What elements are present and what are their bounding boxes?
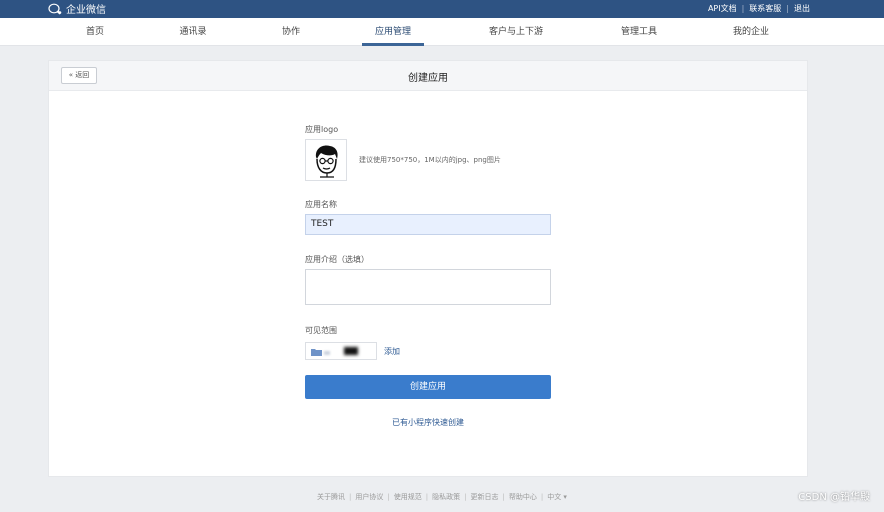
language-select[interactable]: 中文 ▾ xyxy=(547,493,567,501)
nav-active-indicator xyxy=(362,43,424,46)
separator: | xyxy=(464,493,467,501)
nav-my-enterprise[interactable]: 我的企业 xyxy=(733,18,769,46)
add-visibility-link[interactable]: 添加 xyxy=(384,346,400,357)
footer-link-changelog[interactable]: 更新日志 xyxy=(470,493,498,501)
separator: | xyxy=(425,493,429,501)
separator: | xyxy=(540,493,544,501)
page-title: 创建应用 xyxy=(408,73,448,84)
nav-app-management[interactable]: 应用管理 xyxy=(375,18,411,46)
footer-links: 关于腾讯 | 用户协议 | 使用规范 | 隐私政策 | 更新日志 | 帮助中心 | 中文 ▾ xyxy=(0,492,884,502)
nav-collaboration[interactable]: 协作 xyxy=(282,18,300,46)
nav-customers-partners[interactable]: 客户与上下游 xyxy=(489,18,543,46)
folder-icon xyxy=(311,349,322,356)
avatar-face-icon xyxy=(315,145,338,178)
separator: | xyxy=(349,493,352,501)
create-app-card: « 返回 创建应用 应用logo 建议使用750*750，1M以内的jpg、pn… xyxy=(48,60,808,477)
nav-contacts[interactable]: 通讯录 xyxy=(179,18,206,46)
card-header: « 返回 创建应用 xyxy=(49,61,807,91)
logo-upload[interactable] xyxy=(305,139,347,181)
api-docs-link[interactable]: API文档 xyxy=(708,3,737,14)
nav-management-tools[interactable]: 管理工具 xyxy=(621,18,657,46)
brand[interactable]: 企业微信 xyxy=(48,1,106,16)
redacted-text xyxy=(324,351,330,355)
separator: | xyxy=(502,493,505,501)
create-app-button[interactable]: 创建应用 xyxy=(305,375,551,399)
visibility-label: 可见范围 xyxy=(305,326,337,335)
nav-home[interactable]: 首页 xyxy=(86,18,104,46)
footer-link-terms[interactable]: 用户协议 xyxy=(355,493,383,501)
top-bar: 企业微信 API文档 | 联系客服 | 退出 xyxy=(0,0,884,18)
mini-program-create-link[interactable]: 已有小程序快速创建 xyxy=(305,417,551,428)
app-name-input[interactable]: TEST xyxy=(305,214,551,235)
redacted-text xyxy=(344,347,358,355)
brand-name: 企业微信 xyxy=(66,5,106,16)
footer-link-privacy[interactable]: 隐私政策 xyxy=(432,493,460,501)
separator: | xyxy=(786,4,789,13)
wecom-logo-icon xyxy=(48,3,62,14)
app-name-label: 应用名称 xyxy=(305,200,337,209)
footer-link-help[interactable]: 帮助中心 xyxy=(509,493,537,501)
main-nav: 首页 通讯录 协作 应用管理 客户与上下游 管理工具 我的企业 xyxy=(0,18,884,46)
contact-support-link[interactable]: 联系客服 xyxy=(749,3,781,14)
app-intro-label: 应用介绍（选填） xyxy=(305,255,369,264)
footer-link-about[interactable]: 关于腾讯 xyxy=(317,493,345,501)
separator: | xyxy=(741,4,745,13)
logout-link[interactable]: 退出 xyxy=(794,3,810,14)
visibility-scope-chip[interactable] xyxy=(305,342,377,360)
footer-link-rules[interactable]: 使用规范 xyxy=(394,493,422,501)
separator: | xyxy=(387,493,390,501)
watermark: CSDN @铅华殿 xyxy=(798,492,870,503)
logo-hint: 建议使用750*750，1M以内的jpg、png图片 xyxy=(359,156,501,164)
app-intro-textarea[interactable] xyxy=(305,269,551,305)
top-links: API文档 | 联系客服 | 退出 xyxy=(708,3,810,14)
logo-label: 应用logo xyxy=(305,125,339,134)
